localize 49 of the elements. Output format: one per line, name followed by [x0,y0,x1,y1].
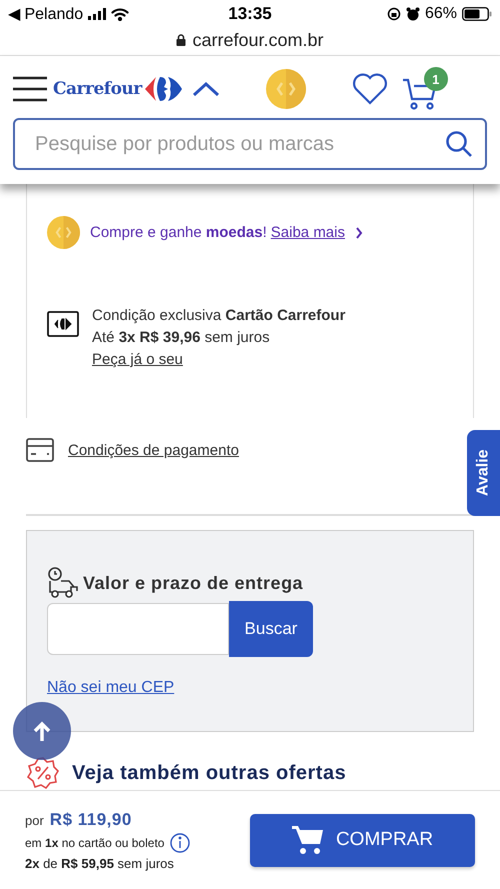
chevron-right-icon [354,226,363,238]
installment-text: Até 3x R$ 39,96 sem juros [92,329,271,346]
offer-condition-text: Condição exclusiva Cartão Carrefour [92,307,346,324]
menu-button[interactable] [13,76,47,102]
url-text[interactable]: carrefour.com.br [192,30,324,50]
heart-icon [352,73,388,105]
feedback-tab[interactable]: Avalie [467,430,500,516]
lock-icon [176,34,186,46]
cep-input-field[interactable] [47,603,229,655]
clock-time: 13:35 [228,4,272,24]
carrefour-logo-icon [144,75,184,103]
delivery-truck-icon [47,567,79,599]
chevron-up-icon [192,81,220,97]
coins-promo-text: Compre e ganhe moedas! [90,224,267,241]
payment-conditions-link[interactable]: Condições de pagamento [68,442,239,458]
coin-icon [47,216,80,249]
installments-text: 2x de R$ 59,95 sem juros [25,856,175,870]
wifi-icon [111,8,130,20]
search-field[interactable]: Pesquise por produtos ou marcas [13,118,487,170]
info-icon [170,832,190,852]
rotation-lock-icon [386,7,401,21]
delivery-title: Valor e prazo de entrega [83,572,304,594]
signal-icon [88,8,106,20]
carrefour-card-icon [47,311,79,337]
arrow-up-icon [33,721,51,741]
menu-icon [13,76,47,102]
cart-icon [292,824,324,856]
saiba-mais-link[interactable]: Saiba mais [270,224,345,241]
search-button[interactable] [445,130,473,158]
search-button[interactable]: Buscar [229,601,313,657]
price-text: R$ 119,90 [50,810,132,830]
buy-button[interactable]: COMPRAR [250,814,475,866]
collapse-button[interactable] [192,81,220,97]
coin-icon [266,69,306,109]
payment-terms-text: em 1x no cartão ou boleto [25,836,164,850]
logo[interactable]: Carrefour [53,75,184,103]
price-prefix: por [25,812,44,828]
cart-icon [402,77,438,111]
battery-icon [462,7,492,21]
search-icon [445,130,473,158]
offers-heading: Veja também outras ofertas [72,762,346,784]
request-card-link[interactable]: Peça já o seu [92,351,346,368]
back-app-label[interactable]: ◀ Pelando [8,4,84,24]
battery-percent: 66% [424,5,457,23]
favorites-button[interactable] [352,73,388,105]
cart-count-badge: 1 [424,67,448,91]
credit-card-icon [26,438,54,462]
unknown-cep-link[interactable]: Não sei meu CEP [47,679,174,697]
alarm-icon [406,7,420,21]
